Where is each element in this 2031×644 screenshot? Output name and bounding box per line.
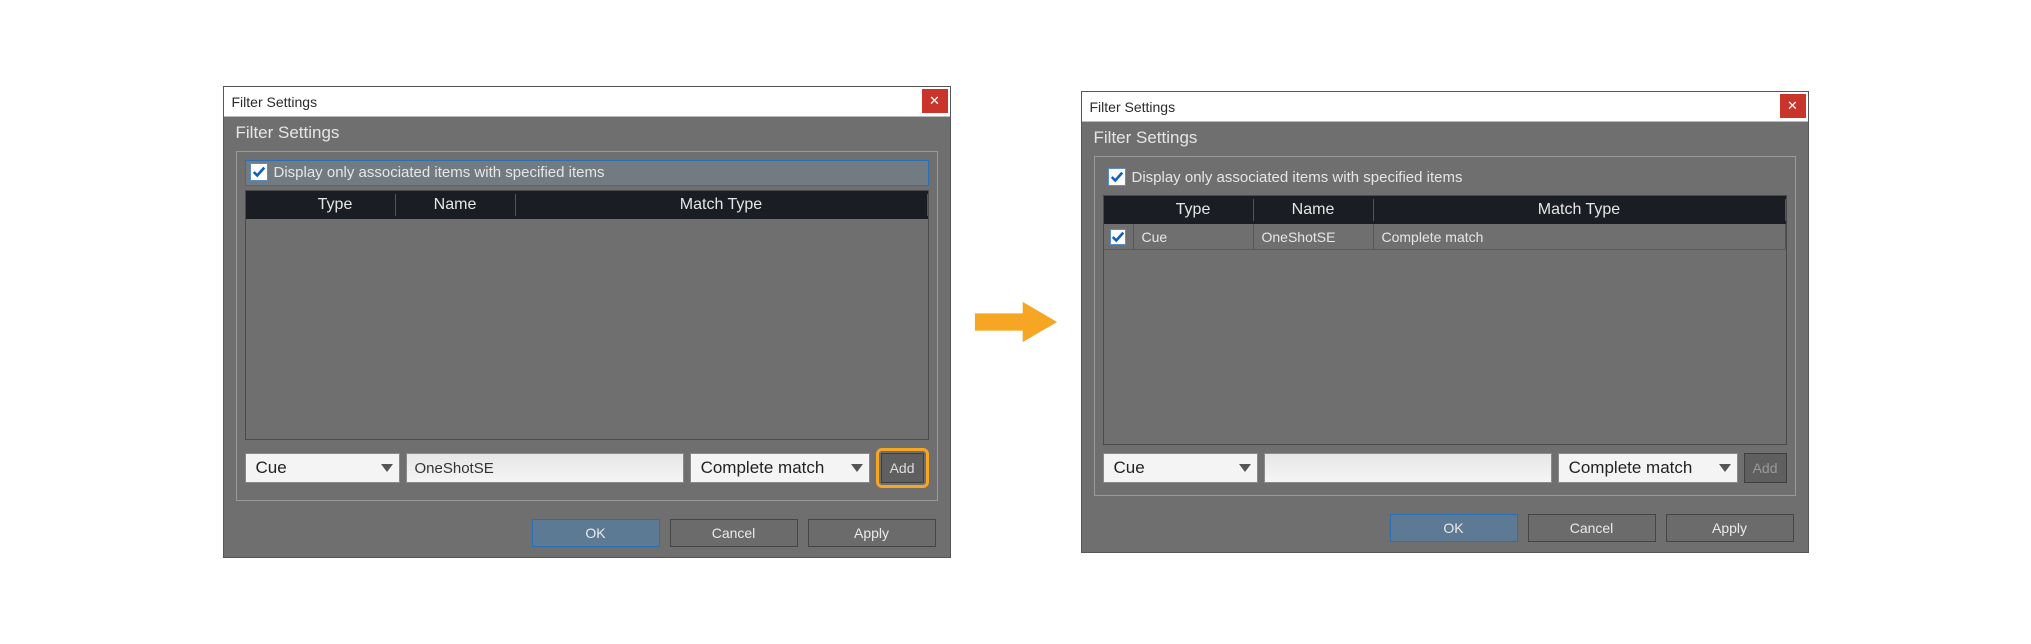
match-select[interactable]: Complete match (1558, 453, 1738, 483)
row-type: Cue (1134, 224, 1254, 249)
transition-arrow (971, 299, 1061, 345)
table-header: Type Name Match Type (1104, 196, 1786, 224)
type-select-value: Cue (256, 458, 287, 478)
arrow-right-icon (973, 299, 1059, 345)
row-match: Complete match (1374, 224, 1786, 249)
row-checkbox[interactable] (1110, 229, 1126, 245)
match-select-value: Complete match (1569, 458, 1693, 478)
table-row[interactable]: Cue OneShotSE Complete match (1104, 224, 1786, 250)
display-only-row[interactable]: Display only associated items with speci… (245, 160, 929, 186)
col-match[interactable]: Match Type (1374, 199, 1786, 221)
apply-button[interactable]: Apply (1666, 514, 1794, 542)
apply-label: Apply (1712, 520, 1747, 536)
check-icon (1111, 230, 1125, 244)
col-match[interactable]: Match Type (516, 194, 928, 216)
add-button-label: Add (890, 460, 915, 476)
match-select[interactable]: Complete match (690, 453, 870, 483)
cancel-button[interactable]: Cancel (670, 519, 798, 547)
name-input-value: OneShotSE (415, 460, 494, 477)
chevron-down-icon (1239, 464, 1251, 472)
apply-label: Apply (854, 525, 889, 541)
titlebar: Filter Settings ✕ (1082, 92, 1808, 122)
type-select[interactable]: Cue (1103, 453, 1258, 483)
dialog-buttons: OK Cancel Apply (1082, 504, 1808, 552)
cancel-button[interactable]: Cancel (1528, 514, 1656, 542)
row-name: OneShotSE (1254, 224, 1374, 249)
close-button[interactable]: ✕ (1780, 94, 1806, 118)
add-button-label: Add (1753, 460, 1778, 476)
filter-settings-group: Display only associated items with speci… (236, 151, 938, 501)
name-input[interactable] (1264, 453, 1552, 483)
ok-label: OK (1443, 520, 1463, 536)
check-icon (1110, 170, 1124, 184)
ok-button[interactable]: OK (1390, 514, 1518, 542)
type-select[interactable]: Cue (245, 453, 400, 483)
type-select-value: Cue (1114, 458, 1145, 478)
ok-label: OK (585, 525, 605, 541)
filter-table: Type Name Match Type (245, 190, 929, 440)
filter-settings-dialog-before: Filter Settings ✕ Filter Settings Displa… (223, 86, 951, 558)
name-input[interactable]: OneShotSE (406, 453, 684, 483)
window-title: Filter Settings (1090, 99, 1176, 115)
filter-settings-dialog-after: Filter Settings ✕ Filter Settings Displa… (1081, 91, 1809, 553)
group-title: Filter Settings (236, 123, 950, 143)
table-header: Type Name Match Type (246, 191, 928, 219)
display-only-checkbox[interactable] (1108, 168, 1126, 186)
add-button[interactable]: Add (881, 453, 924, 483)
add-highlight: Add (876, 448, 929, 488)
close-icon: ✕ (929, 93, 940, 109)
cancel-label: Cancel (712, 525, 756, 541)
chevron-down-icon (851, 464, 863, 472)
filter-settings-group: Display only associated items with speci… (1094, 156, 1796, 496)
table-body-right: Cue OneShotSE Complete match (1104, 224, 1786, 444)
display-only-label: Display only associated items with speci… (274, 164, 605, 181)
close-icon: ✕ (1787, 98, 1798, 114)
display-only-label: Display only associated items with speci… (1132, 169, 1463, 186)
col-type[interactable]: Type (1134, 199, 1254, 221)
display-only-checkbox[interactable] (250, 163, 268, 181)
window-title: Filter Settings (232, 94, 318, 110)
col-name[interactable]: Name (1254, 199, 1374, 221)
chevron-down-icon (1719, 464, 1731, 472)
filter-table: Type Name Match Type Cue OneShotSE Compl… (1103, 195, 1787, 445)
check-icon (252, 165, 266, 179)
close-button[interactable]: ✕ (922, 89, 948, 113)
match-select-value: Complete match (701, 458, 825, 478)
display-only-row[interactable]: Display only associated items with speci… (1103, 165, 1787, 191)
add-button: Add (1744, 453, 1787, 483)
titlebar: Filter Settings ✕ (224, 87, 950, 117)
ok-button[interactable]: OK (532, 519, 660, 547)
dialog-buttons: OK Cancel Apply (224, 509, 950, 557)
row-check-cell (1104, 224, 1134, 249)
cancel-label: Cancel (1570, 520, 1614, 536)
input-row: Cue Complete match Add (1103, 453, 1787, 483)
col-name[interactable]: Name (396, 194, 516, 216)
group-title: Filter Settings (1094, 128, 1808, 148)
table-body-left (246, 219, 928, 439)
chevron-down-icon (381, 464, 393, 472)
apply-button[interactable]: Apply (808, 519, 936, 547)
input-row: Cue OneShotSE Complete match Add (245, 448, 929, 488)
col-type[interactable]: Type (276, 194, 396, 216)
